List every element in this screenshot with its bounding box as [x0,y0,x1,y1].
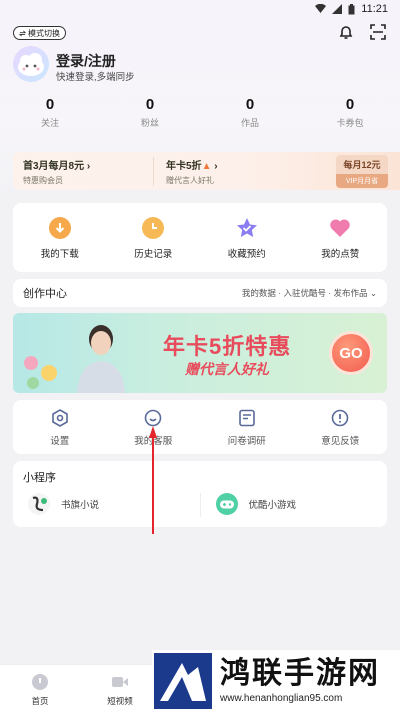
status-time: 11:21 [361,3,388,15]
mini-program-shuqi[interactable]: 书旗小说 [13,491,200,517]
stat-coupons[interactable]: 0 卡券包 [300,96,400,129]
nav-home[interactable]: 首页 [0,665,80,711]
settings-icon [51,409,68,427]
tool-label: 意见反馈 [321,436,360,447]
wifi-icon [315,4,327,13]
tool-label: 问卷调研 [227,436,266,447]
flower-decoration-icon [24,356,57,389]
survey-button[interactable]: 问卷调研 [200,400,294,454]
stat-value: 0 [245,96,255,113]
vip-monthly-badge[interactable]: 每月12元 VIP月月省 [336,154,388,188]
stat-label: 粉丝 [140,118,159,128]
stat-works[interactable]: 0 作品 [200,96,300,129]
watermark-logo-icon [154,652,212,709]
gamepad-icon [215,493,238,515]
banner-go-button[interactable]: GO [329,331,373,375]
short-video-icon [112,677,128,687]
quick-action-label: 我的下载 [40,249,79,260]
chevron-right-icon: › [214,160,218,172]
tools-card: 设置 我的客服 问卷调研 意见反馈 [13,400,387,454]
watermark-url: www.henanhonglian95.com [220,693,343,704]
stat-value: 0 [45,96,55,113]
history-button[interactable]: 历史记录 [107,203,201,272]
creation-links-text: 我的数据 · 入驻优酷号 · 发布作品 [241,288,368,298]
top-icons [338,24,386,40]
spokesperson-image [77,325,125,393]
red-arrow-annotation [149,426,157,534]
download-icon [48,217,71,239]
mini-programs-card: 小程序 书旗小说 优酷小游戏 [13,461,387,527]
vip-offer-title: 年卡5折 [166,160,202,172]
cloud-mascot-icon [18,53,44,76]
watermark-brand: 鸿联手游网 [220,657,380,690]
stat-value: 0 [345,96,355,113]
vip-offer-monthly[interactable]: 首3月每月8元 › 特惠购会员 [13,157,153,186]
nav-label: 首页 [31,696,49,706]
battery-icon [348,3,355,14]
scan-icon[interactable] [370,24,386,40]
clock-icon [142,217,165,239]
quick-actions-card: 我的下载 历史记录 收藏预约 我的点赞 [13,203,387,272]
site-watermark: 鸿联手游网 www.henanhonglian95.com [152,650,400,711]
vip-promo-strip: 首3月每月8元 › 特惠购会员 年卡5折▲ › 赠代言人好礼 每月12元 VIP… [13,152,400,190]
feedback-icon [331,409,349,427]
mini-program-label: 书旗小说 [61,500,100,511]
mini-program-label: 优酷小游戏 [248,500,297,511]
stat-label: 作品 [240,118,259,128]
my-downloads-button[interactable]: 我的下载 [13,203,107,272]
stat-following[interactable]: 0 关注 [0,96,100,129]
stats-row: 0 关注 0 粉丝 0 作品 0 卡券包 [0,96,400,129]
chevron-right-icon: › [86,160,91,172]
banner-subline: 赠代言人好礼 [185,361,269,377]
login-register-link[interactable]: 登录/注册 [56,51,116,71]
creation-center-title: 创作中心 [23,288,67,300]
status-bar: 11:21 [0,0,400,18]
banner-headline: 年卡5折特惠 [163,334,292,359]
tool-label: 设置 [50,436,70,447]
avatar[interactable] [13,46,49,82]
stat-label: 卡券包 [336,118,364,128]
mode-switch-button[interactable]: 模式切换 [13,26,66,40]
home-icon [32,674,48,690]
signal-icon [332,4,343,14]
promo-banner[interactable]: 年卡5折特惠 赠代言人好礼 GO [13,313,387,393]
nav-label: 短视频 [107,696,133,706]
vip-offer-subtitle: 特惠购会员 [23,175,63,185]
swap-icon [19,30,26,36]
stat-label: 关注 [40,118,59,128]
quick-action-label: 收藏预约 [227,249,266,260]
feedback-button[interactable]: 意见反馈 [294,400,388,454]
nav-short-video[interactable]: 短视频 [80,665,160,711]
customer-service-icon [144,409,162,427]
notification-bell-icon[interactable] [338,24,354,40]
vip-badge-price: 每月12元 [336,154,388,174]
quick-action-label: 我的点赞 [321,249,360,260]
quick-action-label: 历史记录 [134,249,173,260]
mode-switch-label: 模式切换 [28,28,60,38]
creation-center-links[interactable]: 我的数据 · 入驻优酷号 · 发布作品 ⌄ [242,287,377,299]
mini-program-games[interactable]: 优酷小游戏 [201,491,388,517]
vip-offer-annual[interactable]: 年卡5折▲ › 赠代言人好礼 [153,156,303,186]
fire-icon: ▲ [201,160,212,172]
vip-badge-tag: VIP月月省 [336,173,388,188]
shuqi-icon [28,493,50,515]
stat-value: 0 [145,96,155,113]
my-likes-button[interactable]: 我的点赞 [294,203,388,272]
heart-icon [330,219,351,237]
mini-programs-title: 小程序 [23,472,56,484]
vip-offer-subtitle: 赠代言人好礼 [166,175,214,185]
chevron-down-icon: ⌄ [369,288,377,298]
creation-center-bar[interactable]: 创作中心 我的数据 · 入驻优酷号 · 发布作品 ⌄ [13,279,387,307]
stat-fans[interactable]: 0 粉丝 [100,96,200,129]
favorites-button[interactable]: 收藏预约 [200,203,294,272]
settings-button[interactable]: 设置 [13,400,107,454]
star-icon [236,218,257,237]
login-subtitle: 快速登录,多端同步 [56,72,135,83]
survey-icon [238,409,255,427]
vip-offer-title: 首3月每月8元 [23,160,85,172]
